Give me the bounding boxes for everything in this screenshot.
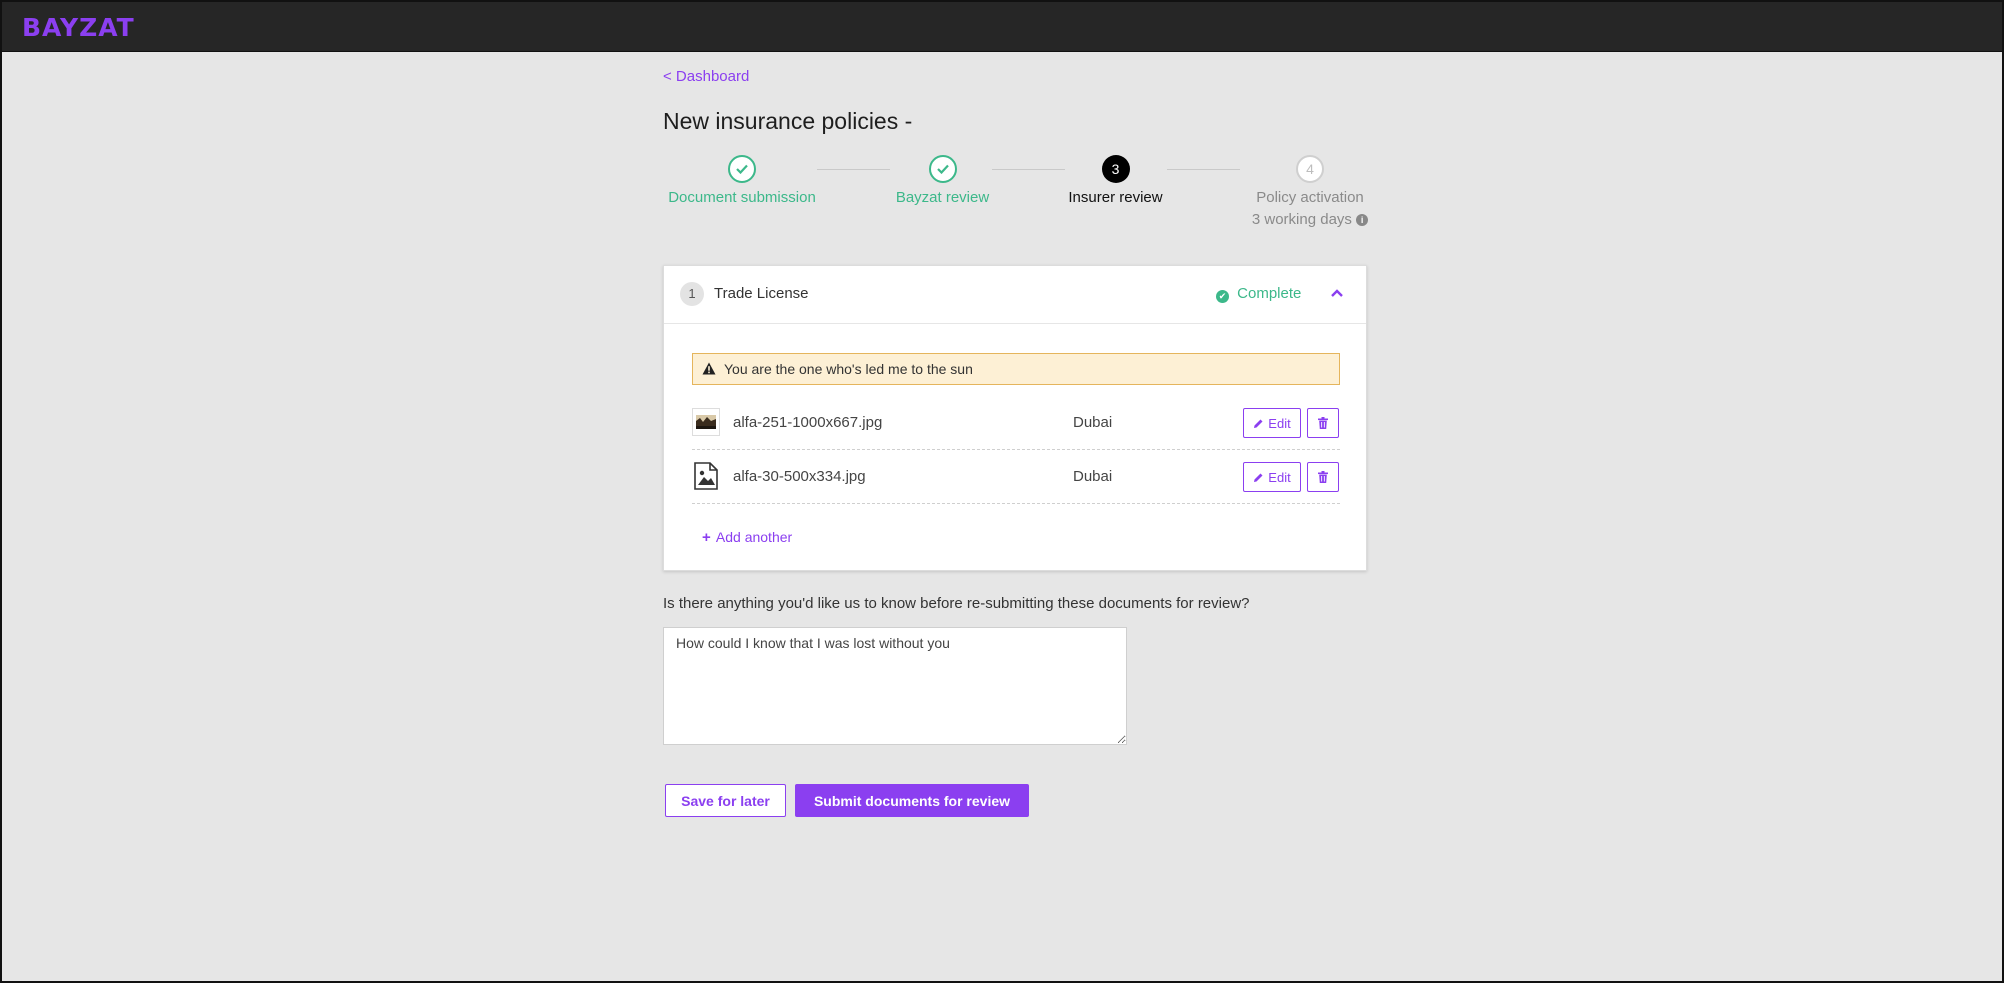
notes-textarea[interactable]: How could I know that I was lost without… [663,627,1127,745]
delete-file-button[interactable] [1307,462,1339,492]
edit-label: Edit [1268,415,1291,431]
photo-thumbnail[interactable] [692,408,720,436]
edit-file-button[interactable]: Edit [1243,462,1301,492]
page-title: New insurance policies - [663,108,913,134]
chevron-up-icon [1331,289,1343,297]
progress-stepper: Document submission Bayzat review 3 Insu… [662,155,1369,245]
step-document-submission: Document submission [667,155,817,206]
step-number: 3 [1101,155,1130,183]
step-policy-activation: 4 Policy activation 3 working days i [1240,155,1380,228]
warning-icon [702,362,716,375]
edit-file-button[interactable]: Edit [1243,408,1301,438]
file-row: alfa-251-1000x667.jpg Dubai Edit [692,396,1340,450]
file-location: Dubai [1073,414,1113,431]
trash-icon [1318,417,1328,429]
collapse-button[interactable] [1327,283,1347,303]
warning-text: You are the one who's led me to the sun [724,361,973,377]
file-location: Dubai [1073,468,1113,485]
section-number-badge: 1 [680,282,704,306]
trade-license-card: 1 Trade License ✔ Complete You are the o… [663,265,1367,571]
warning-banner: You are the one who's led me to the sun [692,353,1340,385]
delete-file-button[interactable] [1307,408,1339,438]
step-label: Document submission [668,189,816,206]
step-label: Bayzat review [895,189,990,206]
file-row: alfa-30-500x334.jpg Dubai Edit [692,450,1340,504]
step-insurer-review: 3 Insurer review [1053,155,1178,206]
notes-question: Is there anything you'd like us to know … [663,595,1250,612]
top-navbar: BAYZAT [2,2,2002,52]
check-icon [728,155,756,183]
save-for-later-button[interactable]: Save for later [665,784,786,817]
card-header[interactable]: 1 Trade License ✔ Complete [664,266,1366,324]
add-another-link[interactable]: + Add another [702,529,792,546]
step-label: Insurer review [1068,189,1163,206]
step-label: Policy activation [1256,189,1364,206]
file-name[interactable]: alfa-30-500x334.jpg [733,468,866,485]
check-circle-icon: ✔ [1216,290,1229,303]
trash-icon [1318,471,1328,483]
add-another-label: Add another [715,529,793,545]
status-badge: ✔ Complete [1216,285,1301,303]
step-sublabel: 3 working days i [1240,211,1380,228]
step-bayzat-review: Bayzat review [880,155,1005,206]
info-icon[interactable]: i [1356,214,1369,226]
card-title: Trade License [714,285,809,302]
file-name[interactable]: alfa-251-1000x667.jpg [733,414,882,431]
bayzat-logo[interactable]: BAYZAT [22,13,135,42]
step-number: 4 [1296,155,1324,183]
image-file-icon[interactable] [692,462,720,490]
pencil-icon [1254,473,1263,482]
edit-label: Edit [1268,469,1291,485]
pencil-icon [1254,419,1263,428]
back-to-dashboard-link[interactable]: < Dashboard [663,68,749,85]
submit-documents-button[interactable]: Submit documents for review [795,784,1029,817]
plus-icon: + [702,529,711,546]
step-eta: 3 working days [1251,211,1352,228]
status-label: Complete [1237,285,1302,302]
check-icon [928,155,957,183]
